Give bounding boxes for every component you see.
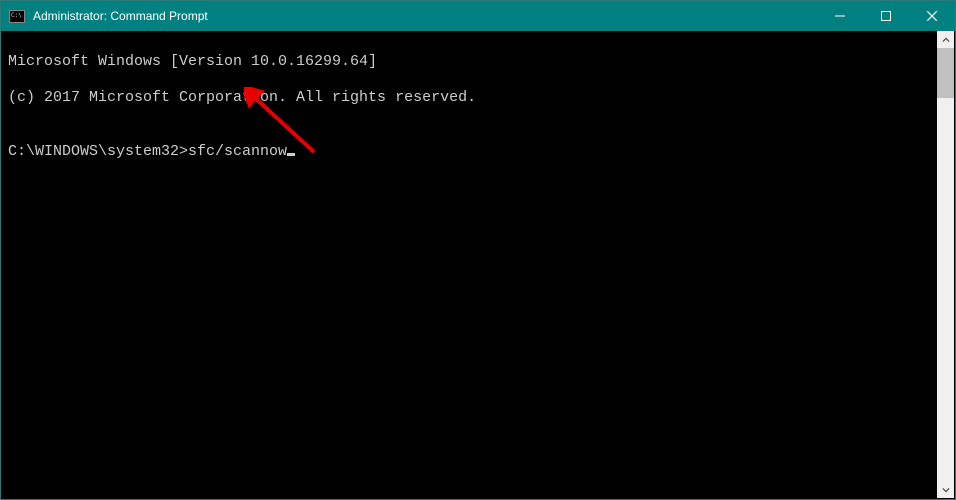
app-icon xyxy=(9,10,25,23)
scroll-up-button[interactable] xyxy=(937,31,954,48)
typed-command: sfc/scannow xyxy=(188,143,287,160)
window-title: Administrator: Command Prompt xyxy=(31,9,817,23)
close-icon xyxy=(927,11,937,21)
window-controls xyxy=(817,1,955,31)
vertical-scrollbar[interactable] xyxy=(937,31,954,498)
scroll-down-button[interactable] xyxy=(937,481,954,498)
prompt-path: C:\WINDOWS\system32> xyxy=(8,143,188,160)
terminal-line: (c) 2017 Microsoft Corporation. All righ… xyxy=(8,89,931,107)
minimize-button[interactable] xyxy=(817,1,863,31)
chevron-down-icon xyxy=(942,486,950,494)
command-prompt-window: Administrator: Command Prompt Microsoft … xyxy=(0,0,956,500)
terminal-output[interactable]: Microsoft Windows [Version 10.0.16299.64… xyxy=(2,31,937,498)
close-button[interactable] xyxy=(909,1,955,31)
maximize-icon xyxy=(881,11,891,21)
titlebar[interactable]: Administrator: Command Prompt xyxy=(1,1,955,31)
scrollbar-thumb[interactable] xyxy=(937,48,954,98)
maximize-button[interactable] xyxy=(863,1,909,31)
minimize-icon xyxy=(835,11,845,21)
terminal-prompt-line: C:\WINDOWS\system32>sfc/scannow xyxy=(8,143,931,161)
text-cursor xyxy=(287,153,295,156)
terminal-container: Microsoft Windows [Version 10.0.16299.64… xyxy=(2,31,954,498)
scrollbar-track[interactable] xyxy=(937,48,954,481)
chevron-up-icon xyxy=(942,36,950,44)
terminal-line: Microsoft Windows [Version 10.0.16299.64… xyxy=(8,53,931,71)
